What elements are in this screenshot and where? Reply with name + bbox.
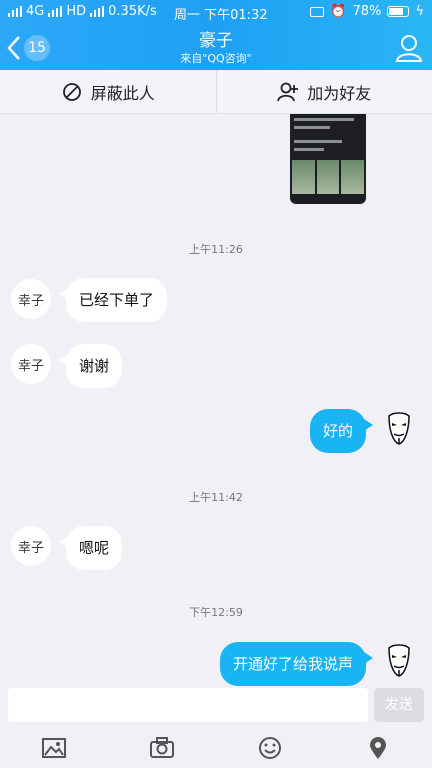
chat-title: 豪子 [199, 31, 233, 51]
message-bubble-outgoing[interactable]: 开通好了给我说声 [219, 642, 374, 686]
timestamp: 上午11:26 [189, 243, 243, 256]
message-bubble-incoming[interactable]: 已经下单了 [58, 278, 168, 322]
timestamp: 下午12:59 [189, 606, 243, 619]
composer-toolbar [0, 728, 432, 768]
image-message-thumbnail[interactable] [290, 114, 366, 204]
network-type: 4G [26, 4, 45, 19]
chevron-left-icon [7, 36, 20, 60]
hd-badge: HD [66, 4, 87, 19]
image-icon[interactable] [41, 735, 67, 761]
block-icon [62, 82, 81, 101]
charging-icon: ϟ [415, 4, 424, 19]
message-bubble-outgoing[interactable]: 好的 [309, 409, 374, 453]
add-friend-label: 加为好友 [307, 83, 372, 103]
nav-bar: 15 豪子 来自"QQ咨询" [0, 26, 432, 70]
chat-area[interactable]: 上午11:26 幸子 已经下单了 幸子 谢谢 好的 上午11:42 幸子 嗯呢 … [0, 114, 432, 686]
location-icon[interactable] [365, 735, 391, 761]
clock: 周一 下午01:32 [174, 8, 268, 23]
composer: 发送 [0, 686, 432, 726]
message-bubble-incoming[interactable]: 嗯呢 [58, 526, 123, 570]
signal-icon [8, 6, 22, 17]
action-bar: 屏蔽此人 加为好友 [0, 70, 432, 114]
timestamp: 上午11:42 [189, 491, 243, 504]
back-button[interactable]: 15 [6, 34, 54, 62]
send-button[interactable]: 发送 [374, 688, 424, 722]
message-bubble-incoming[interactable]: 谢谢 [58, 344, 123, 388]
camera-icon[interactable] [149, 735, 175, 761]
avatar-text: 幸子 [17, 293, 44, 309]
message-input[interactable] [8, 688, 368, 722]
alarm-icon: ⏰ [330, 4, 347, 19]
chat-title-block: 豪子 来自"QQ咨询" [116, 30, 316, 66]
avatar[interactable]: 幸子 [11, 526, 51, 566]
chat-subtitle: 来自"QQ咨询" [180, 52, 252, 65]
avatar[interactable]: 幸子 [11, 344, 51, 384]
net-speed: 0.35K/s [108, 4, 157, 19]
avatar-text: 幸子 [17, 358, 44, 374]
battery-percent: 78% [352, 4, 382, 19]
nfc-icon [310, 6, 325, 17]
mask-avatar-icon[interactable] [385, 642, 413, 678]
status-bar: 4G HD 0.35K/s 周一 下午01:32 ⏰ 78% ϟ [0, 0, 432, 24]
block-user-label: 屏蔽此人 [90, 83, 155, 103]
mask-avatar-icon[interactable] [385, 410, 413, 446]
top-bar: 4G HD 0.35K/s 周一 下午01:32 ⏰ 78% ϟ 15 豪子 来… [0, 0, 432, 70]
add-friend-button[interactable]: 加为好友 [217, 70, 432, 113]
avatar[interactable]: 幸子 [11, 279, 51, 319]
emoji-icon[interactable] [257, 735, 283, 761]
unread-count-badge: 15 [24, 35, 50, 61]
add-user-icon [277, 82, 299, 101]
battery-icon [387, 6, 410, 17]
avatar-text: 幸子 [17, 540, 44, 556]
signal-icon-3 [90, 6, 105, 17]
block-user-button[interactable]: 屏蔽此人 [0, 70, 217, 113]
profile-icon[interactable] [394, 33, 424, 63]
signal-icon-2 [48, 6, 63, 17]
